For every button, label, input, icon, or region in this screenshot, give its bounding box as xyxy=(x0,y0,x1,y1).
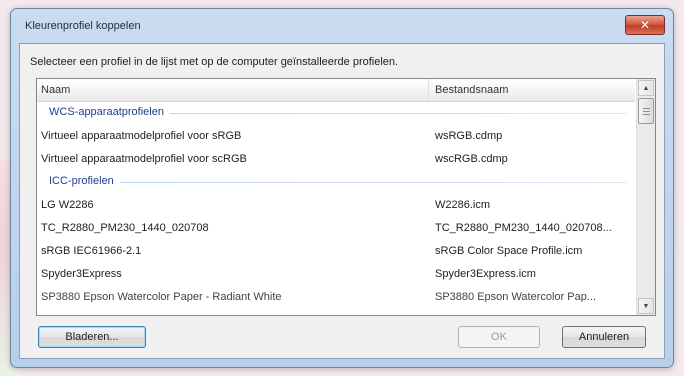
scroll-thumb[interactable] xyxy=(638,98,654,124)
profile-filename: W2286.icm xyxy=(435,199,491,211)
profile-filename: TC_R2880_PM230_1440_020708... xyxy=(435,222,612,234)
profile-name: TC_R2880_PM230_1440_020708 xyxy=(41,222,209,234)
scroll-up-button[interactable]: ▲ xyxy=(638,80,654,96)
column-header-filename[interactable]: Bestandsnaam xyxy=(435,84,508,96)
arrow-up-icon: ▲ xyxy=(642,84,650,92)
profile-filename: sRGB Color Space Profile.icm xyxy=(435,245,583,257)
dialog-body: Selecteer een profiel in de lijst met op… xyxy=(19,43,665,359)
list-item[interactable]: SP3880 Epson Watercolor Paper - Radiant … xyxy=(37,286,635,302)
close-icon: ✕ xyxy=(639,18,651,32)
column-header-name[interactable]: Naam xyxy=(41,84,70,96)
grip-line xyxy=(643,114,650,115)
grip-line xyxy=(643,111,650,112)
list-item[interactable]: Spyder3Express Spyder3Express.icm xyxy=(37,263,635,286)
profile-name: SP3880 Epson Watercolor Paper - Radiant … xyxy=(41,291,282,302)
scroll-down-button[interactable]: ▼ xyxy=(638,298,654,314)
group-label: ICC-profielen xyxy=(49,175,120,187)
list-item[interactable]: Virtueel apparaatmodelprofiel voor scRGB… xyxy=(37,148,635,171)
profile-list[interactable]: Naam Bestandsnaam WCS-apparaatprofielen … xyxy=(36,78,656,316)
list-body: WCS-apparaatprofielen Virtueel apparaatm… xyxy=(37,102,635,315)
group-divider-line xyxy=(49,182,627,183)
column-divider[interactable] xyxy=(428,79,429,101)
dialog-window: Kleurenprofiel koppelen ✕ Selecteer een … xyxy=(10,8,674,368)
title-bar[interactable]: Kleurenprofiel koppelen ✕ xyxy=(11,9,673,43)
vertical-scrollbar[interactable]: ▲ ▼ xyxy=(636,79,655,315)
profile-filename: SP3880 Epson Watercolor Pap... xyxy=(435,291,597,302)
profile-name: sRGB IEC61966-2.1 xyxy=(41,245,142,257)
list-item[interactable]: Virtueel apparaatmodelprofiel voor sRGB … xyxy=(37,125,635,148)
profile-filename: wscRGB.cdmp xyxy=(435,153,508,165)
profile-name: LG W2286 xyxy=(41,199,94,211)
profile-filename: Spyder3Express.icm xyxy=(435,268,536,280)
profile-name: Virtueel apparaatmodelprofiel voor sRGB xyxy=(41,130,242,142)
profile-name: Virtueel apparaatmodelprofiel voor scRGB xyxy=(41,153,247,165)
cancel-button[interactable]: Annuleren xyxy=(562,326,646,348)
group-label: WCS-apparaatprofielen xyxy=(49,106,170,118)
list-item[interactable]: TC_R2880_PM230_1440_020708 TC_R2880_PM23… xyxy=(37,217,635,240)
group-header-icc[interactable]: ICC-profielen xyxy=(37,171,635,194)
group-header-wcs[interactable]: WCS-apparaatprofielen xyxy=(37,102,635,125)
profile-filename: wsRGB.cdmp xyxy=(435,130,503,142)
arrow-down-icon: ▼ xyxy=(642,302,650,310)
instruction-text: Selecteer een profiel in de lijst met op… xyxy=(30,56,399,68)
list-item[interactable]: LG W2286 W2286.icm xyxy=(37,194,635,217)
close-button[interactable]: ✕ xyxy=(625,15,665,35)
list-header: Naam Bestandsnaam xyxy=(37,79,635,102)
list-item[interactable]: sRGB IEC61966-2.1 sRGB Color Space Profi… xyxy=(37,240,635,263)
dialog-title: Kleurenprofiel koppelen xyxy=(25,20,141,32)
ok-button[interactable]: OK xyxy=(458,326,540,348)
grip-line xyxy=(643,108,650,109)
browse-button[interactable]: Bladeren... xyxy=(38,326,146,348)
profile-name: Spyder3Express xyxy=(41,268,122,280)
